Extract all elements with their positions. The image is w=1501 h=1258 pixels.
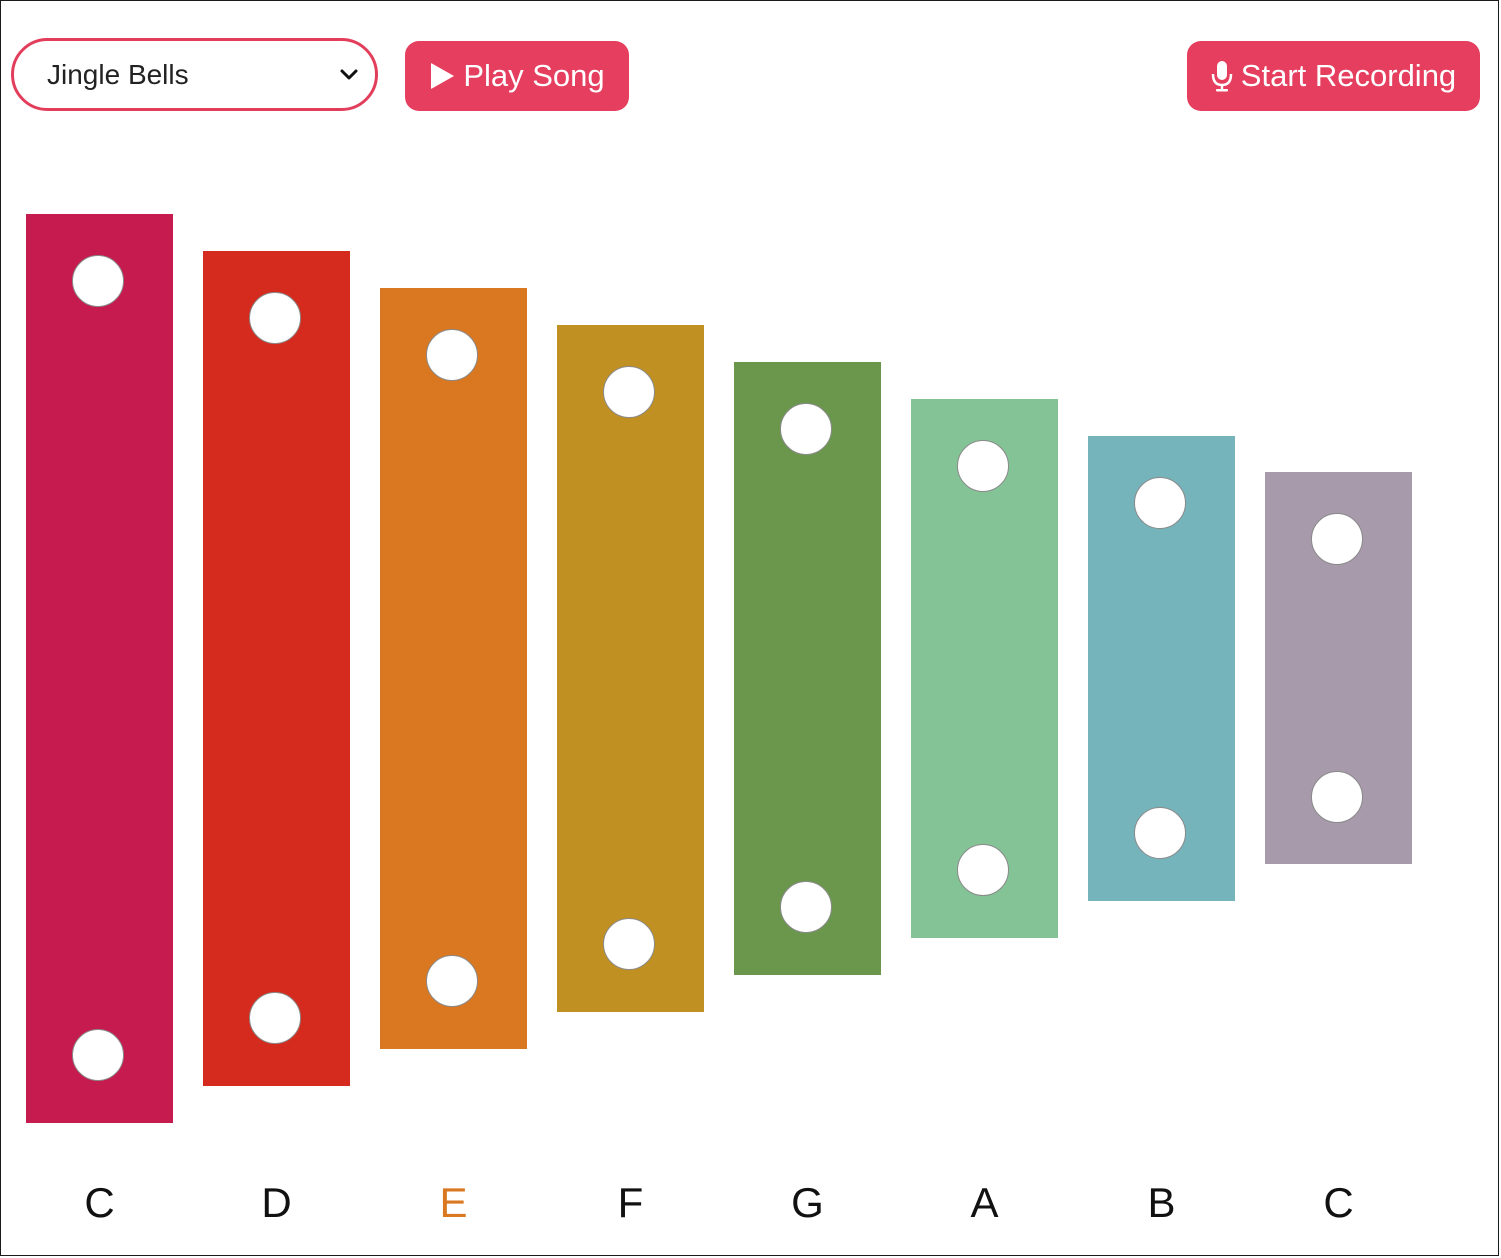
key-top-peg <box>426 329 478 381</box>
key-bottom-peg <box>1311 771 1363 823</box>
key-note-label: C <box>84 1179 115 1226</box>
key-bottom-peg <box>426 955 478 1007</box>
key-note-label: G <box>791 1179 824 1226</box>
key-note-label: C <box>1323 1179 1354 1226</box>
key-note-label: B <box>1147 1179 1176 1226</box>
key-top-peg <box>1134 477 1186 529</box>
xylophone-key[interactable] <box>557 325 704 1012</box>
play-song-button[interactable]: Play Song <box>405 41 629 111</box>
key-top-peg <box>249 292 301 344</box>
chevron-down-icon <box>340 69 358 79</box>
xylophone-key[interactable] <box>911 399 1058 938</box>
key-top-peg <box>957 440 1009 492</box>
microphone-icon <box>1211 61 1233 92</box>
play-icon <box>431 63 455 89</box>
key-top-peg <box>780 403 832 455</box>
start-recording-label: Start Recording <box>1240 58 1457 93</box>
key-bottom-peg <box>72 1029 124 1081</box>
song-select[interactable]: Jingle Bells <box>11 38 378 111</box>
xylophone-key[interactable] <box>1265 472 1412 864</box>
key-bottom-peg <box>780 881 832 933</box>
key-note-label: A <box>970 1179 999 1226</box>
key-bottom-peg <box>249 992 301 1044</box>
xylophone-key[interactable] <box>203 251 350 1086</box>
key-top-peg <box>72 255 124 307</box>
play-song-label: Play Song <box>463 58 605 93</box>
xylophone-key[interactable] <box>734 362 881 975</box>
xylophone-key[interactable] <box>380 288 527 1049</box>
xylophone-key[interactable] <box>26 214 173 1123</box>
key-bottom-peg <box>957 844 1009 896</box>
key-top-peg <box>1311 513 1363 565</box>
key-note-label: E <box>439 1179 468 1226</box>
key-top-peg <box>603 366 655 418</box>
key-note-label: D <box>261 1179 292 1226</box>
start-recording-button[interactable]: Start Recording <box>1187 41 1480 111</box>
key-note-label: F <box>617 1179 644 1226</box>
key-bottom-peg <box>1134 807 1186 859</box>
song-select-value: Jingle Bells <box>47 58 189 90</box>
xylophone-key[interactable] <box>1088 436 1235 901</box>
key-bottom-peg <box>603 918 655 970</box>
